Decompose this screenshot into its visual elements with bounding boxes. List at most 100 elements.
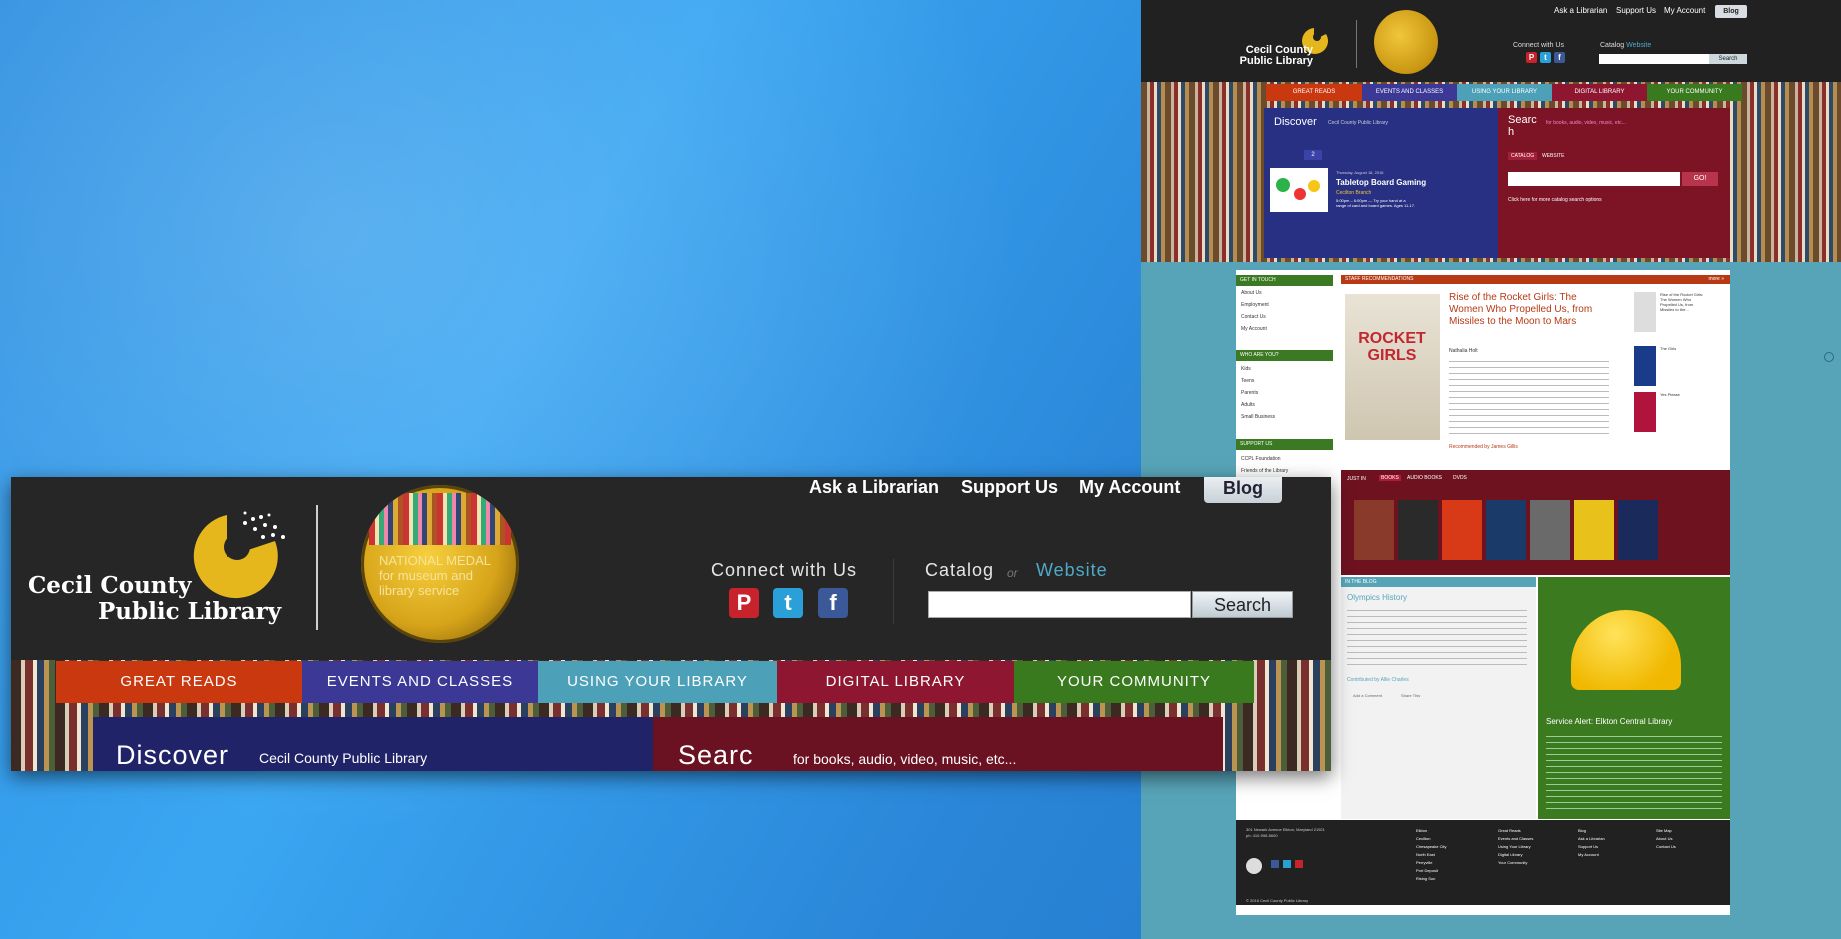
nav-events-and-classes[interactable]: EVENTS AND CLASSES	[302, 661, 538, 703]
facebook-icon[interactable]: f	[818, 588, 848, 618]
nav-your-community[interactable]: YOUR COMMUNITY	[1014, 661, 1254, 703]
footer-logo-icon	[1246, 858, 1262, 874]
website-toggle[interactable]: Website	[1036, 560, 1108, 581]
facebook-icon[interactable]: f	[1554, 52, 1565, 63]
nav-your-community[interactable]: YOUR COMMUNITY	[1647, 84, 1742, 101]
header-search-input[interactable]	[1599, 54, 1709, 64]
sidebar-item[interactable]: My Account	[1241, 326, 1267, 332]
pinterest-icon[interactable]	[1295, 860, 1303, 868]
new-book-cover[interactable]	[1398, 500, 1438, 560]
blog-button[interactable]: Blog	[1204, 477, 1282, 503]
sidebar-item[interactable]: CCPL Foundation	[1241, 456, 1281, 462]
side-book-title[interactable]: Rise of the Rocket Girls: The Women Who …	[1660, 292, 1705, 312]
blog-heading: IN THE BLOG	[1341, 577, 1536, 587]
sidebar-item[interactable]: Parents	[1241, 390, 1258, 396]
or-label: or	[1007, 566, 1018, 580]
ask-librarian-link[interactable]: Ask a Librarian	[809, 477, 939, 498]
discover-title: Discover	[116, 740, 230, 770]
new-book-cover[interactable]	[1486, 500, 1526, 560]
more-link[interactable]: more »	[1708, 275, 1724, 284]
pinterest-icon[interactable]: P	[729, 588, 759, 618]
side-book-title[interactable]: Yes Please	[1660, 392, 1705, 397]
twitter-icon[interactable]: t	[1540, 52, 1551, 63]
side-book-cover[interactable]	[1634, 292, 1656, 332]
search-options-link[interactable]: Click here for more catalog search optio…	[1508, 197, 1708, 203]
book-review-text	[1449, 358, 1609, 434]
book-author: Nathalia Holt	[1449, 348, 1478, 354]
footer-links[interactable]: Blog Ask a Librarian Support Us My Account	[1578, 827, 1605, 859]
twitter-icon[interactable]	[1283, 860, 1291, 868]
tab-website[interactable]: WEBSITE	[1542, 152, 1565, 160]
side-book-cover[interactable]	[1634, 392, 1656, 432]
support-us-link[interactable]: Support Us	[1616, 6, 1656, 15]
facebook-icon[interactable]	[1271, 860, 1279, 868]
new-book-cover[interactable]	[1530, 500, 1570, 560]
sidebar-item[interactable]: Small Business	[1241, 414, 1275, 420]
catalog-toggle[interactable]: Catalog	[925, 560, 994, 581]
new-book-cover[interactable]	[1442, 500, 1482, 560]
nav-events-and-classes[interactable]: EVENTS AND CLASSES	[1362, 84, 1457, 101]
tab-books[interactable]: BOOKS	[1379, 475, 1401, 481]
new-book-cover[interactable]	[1574, 500, 1614, 560]
nav-using-your-library[interactable]: USING YOUR LIBRARY	[1457, 84, 1552, 101]
event-title[interactable]: Tabletop Board Gaming	[1336, 178, 1486, 187]
sidebar-item[interactable]: Adults	[1241, 402, 1255, 408]
event-branch: Cecilton Branch	[1336, 190, 1372, 196]
footer-sections[interactable]: Great Reads Events and Classes Using Your …	[1498, 827, 1533, 867]
my-account-link[interactable]: My Account	[1079, 477, 1180, 498]
add-comment-link[interactable]: Add a Comment	[1353, 693, 1382, 698]
nav-digital-library[interactable]: DIGITAL LIBRARY	[777, 661, 1014, 703]
header-divider	[893, 559, 894, 624]
side-book-title[interactable]: The Girls	[1660, 346, 1705, 351]
nav-using-your-library[interactable]: USING YOUR LIBRARY	[538, 661, 777, 703]
discover-subtitle: Cecil County Public Library	[259, 750, 428, 766]
blog-contributor: Contributed by Allie Charles	[1347, 677, 1409, 683]
blog-post-title[interactable]: Olympics History	[1347, 593, 1407, 602]
sidebar-item[interactable]: Teens	[1241, 378, 1254, 384]
discover-title: Discover	[1274, 116, 1317, 128]
alert-text	[1546, 733, 1722, 809]
header-search-button[interactable]: Search	[1709, 54, 1747, 64]
footer-branches[interactable]: Elkton Cecilton Chesapeake City North East P…	[1416, 827, 1446, 883]
nav-digital-library[interactable]: DIGITAL LIBRARY	[1552, 84, 1647, 101]
nav-great-reads[interactable]: GREAT READS	[1266, 84, 1362, 101]
featured-book-title[interactable]: Rise of the Rocket Girls: The Women Who …	[1449, 292, 1609, 328]
new-book-cover[interactable]	[1354, 500, 1394, 560]
sidebar-item[interactable]: Contact Us	[1241, 314, 1266, 320]
tab-audio-books[interactable]: AUDIO BOOKS	[1407, 475, 1442, 481]
side-book-cover[interactable]	[1634, 346, 1656, 386]
header-search-input[interactable]	[928, 591, 1191, 618]
sidebar-heading-who-are-you: WHO ARE YOU?	[1236, 350, 1333, 361]
connect-label: Connect with Us	[1513, 42, 1564, 49]
support-us-link[interactable]: Support Us	[961, 477, 1058, 498]
ask-librarian-link[interactable]: Ask a Librarian	[1554, 6, 1607, 15]
site-footer: 301 Newark Avenue Elkton, Maryland 21921…	[1236, 820, 1730, 905]
sidebar-item[interactable]: Kids	[1241, 366, 1251, 372]
footer-site-links[interactable]: Site Map About Us Contact Us	[1656, 827, 1676, 851]
go-button[interactable]: GO!	[1682, 172, 1718, 186]
pinterest-icon[interactable]: P	[1526, 52, 1537, 63]
library-logo-text: Cecil County Public Library	[28, 572, 282, 625]
alert-title[interactable]: Service Alert: Elkton Central Library	[1546, 717, 1672, 726]
new-book-cover[interactable]	[1618, 500, 1658, 560]
twitter-icon[interactable]: t	[773, 588, 803, 618]
sidebar-heading-get-in-touch: GET IN TOUCH	[1236, 275, 1333, 286]
catalog-search-input[interactable]	[1508, 172, 1680, 186]
sidebar-item[interactable]: About Us	[1241, 290, 1262, 296]
tab-dvds[interactable]: DVDS	[1453, 475, 1467, 481]
blog-button[interactable]: Blog	[1715, 5, 1747, 18]
share-link[interactable]: Share This	[1401, 693, 1420, 698]
medal-text: NATIONAL MEDAL for museum and library se…	[379, 553, 491, 598]
featured-book-cover[interactable]	[1345, 294, 1440, 440]
nav-great-reads[interactable]: GREAT READS	[56, 661, 302, 703]
blog-post-text	[1347, 607, 1527, 669]
blog-panel: Olympics History Contributed by Allie Ch…	[1341, 587, 1536, 819]
tab-catalog[interactable]: CATALOG	[1508, 152, 1538, 160]
sidebar-item[interactable]: Friends of the Library	[1241, 468, 1288, 474]
catalog-website-toggle[interactable]: Catalog Website	[1600, 42, 1651, 49]
my-account-link[interactable]: My Account	[1664, 6, 1705, 15]
medal-stripes	[369, 493, 511, 545]
header-search-button[interactable]: Search	[1192, 591, 1293, 618]
carousel-tab[interactable]: 2	[1304, 150, 1322, 160]
sidebar-item[interactable]: Employment	[1241, 302, 1269, 308]
